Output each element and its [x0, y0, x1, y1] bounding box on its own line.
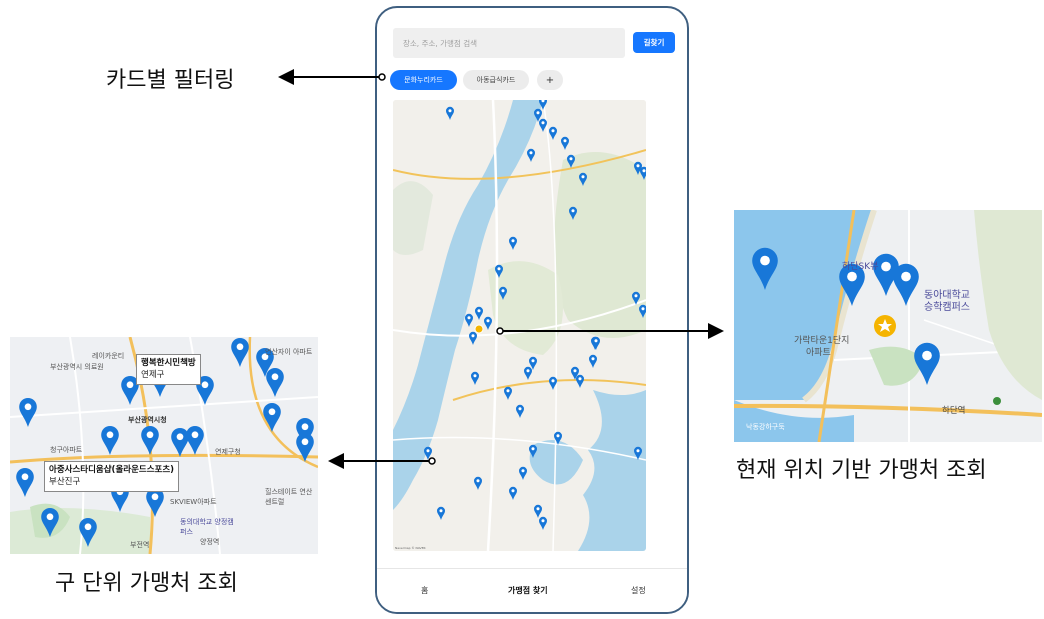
map-copyright: Navermap © NAVER [395, 546, 426, 550]
phone-mockup: 길찾기 문화누리카드 아동급식카드 + Navermap © NAVE [375, 6, 689, 614]
map-label-hills: 힐스테이트 연산센트럴 [265, 488, 313, 506]
map-label-garak: 가락타운1단지 [794, 336, 850, 346]
map-park [554, 152, 646, 338]
callout-card-filtering: 카드별 필터링 [106, 68, 235, 93]
map-label-dong-eui: 동의대학교 양정캠퍼스 [180, 518, 234, 536]
map-label-skview-right: 하단SK뷰 [842, 262, 879, 272]
nav-settings[interactable]: 설정 [631, 585, 646, 596]
map-label-campus: 승학캠퍼스 [924, 302, 970, 313]
map-label-hadan-station: 하단역 [942, 406, 966, 416]
map-label-cheonggu: 청구아파트 [50, 446, 83, 454]
store-district: 연제구 [141, 370, 165, 381]
store-label-ajung[interactable]: 아중사스타디움샵(올라운드스포츠) 부산진구 [44, 461, 180, 492]
nav-home[interactable]: 홈 [421, 585, 428, 596]
map-label-yangjeong: 양정역 [200, 538, 220, 546]
store-name: 아중사스타디움샵(올라운드스포츠) [49, 465, 175, 475]
map-label-donga: 동아대학교 [924, 290, 970, 301]
map-label-skview: SKVIEW아파트 [170, 498, 217, 506]
map-label-estuary: 낙동강하구둑 [746, 423, 785, 431]
map-label-raon: 레이카운티 [92, 352, 125, 360]
filter-chip-culture-card[interactable]: 문화누리카드 [390, 70, 457, 90]
filter-chip-child-meal-card[interactable]: 아동급식카드 [463, 70, 529, 90]
callout-location-based: 현재 위치 기반 가맹처 조회 [736, 458, 987, 483]
map-label-city-hall: 부산광역시청 [128, 416, 167, 424]
district-zoom-panel: 부산광역시 의료원 레이카운티 연산자이 아파트 부산광역시청 연제구청 청구아… [10, 337, 318, 554]
map-label-apt: 아파트 [806, 348, 831, 358]
map-label-bujeon: 부전역 [130, 541, 150, 549]
search-input[interactable] [393, 28, 625, 58]
store-label-haengbok[interactable]: 행복한시민책방 연제구 [136, 354, 201, 385]
bottom-nav: 홈 가맹점 찾기 설정 [377, 568, 687, 612]
station-dot [993, 397, 1001, 405]
map-label-metro: 부산광역시 의료원 [50, 363, 104, 371]
store-name: 행복한시민책방 [141, 358, 196, 368]
store-district: 부산진구 [49, 477, 81, 488]
location-zoom-panel: 하단SK뷰 동아대학교 승학캠퍼스 가락타운1단지 아파트 하단역 낙동강하구둑 [734, 210, 1042, 442]
location-zoom-map [734, 210, 1042, 442]
callout-district-based: 구 단위 가맹처 조회 [55, 571, 238, 596]
store-map[interactable]: Navermap © NAVER [393, 100, 646, 551]
map-label-yeonje: 연제구청 [215, 448, 241, 456]
current-location-star[interactable] [874, 315, 896, 337]
map-label-yeonsan: 연산자이 아파트 [265, 348, 313, 356]
route-button[interactable]: 길찾기 [633, 32, 675, 53]
nav-find-store[interactable]: 가맹점 찾기 [508, 585, 548, 596]
map-canvas [393, 100, 646, 551]
current-location-marker[interactable] [474, 324, 484, 334]
filter-chip-add-button[interactable]: + [537, 70, 563, 90]
